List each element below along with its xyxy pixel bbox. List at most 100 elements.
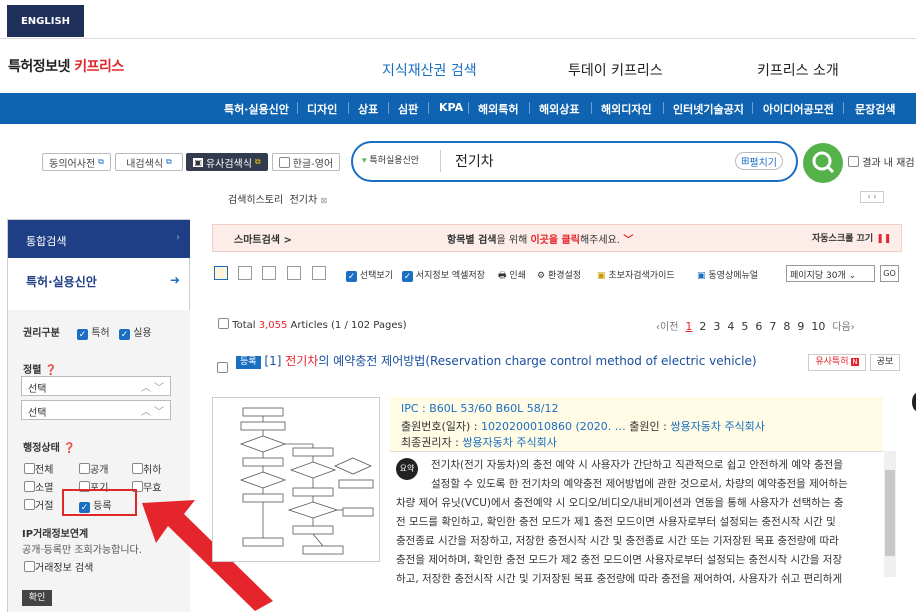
checkbox[interactable] bbox=[24, 499, 35, 510]
view-mode-detail-icon[interactable] bbox=[214, 266, 228, 280]
my-expression-button[interactable]: 내검색식 ⧉ bbox=[115, 153, 183, 171]
nav-ip-search[interactable]: 지식재산권 검색 bbox=[382, 60, 477, 80]
prev-page-link[interactable]: ‹이전 bbox=[656, 322, 678, 333]
cat-tech-disclosure[interactable]: 인터넷기술공지 bbox=[673, 101, 744, 117]
page-link[interactable]: 7 bbox=[769, 320, 776, 333]
similar-patent-button[interactable]: 유사특허 N bbox=[808, 354, 866, 371]
checkbox[interactable] bbox=[24, 463, 35, 474]
confirm-button[interactable]: 확인 bbox=[22, 590, 52, 606]
page-link[interactable]: 10 bbox=[811, 320, 825, 333]
page-link[interactable]: 1 bbox=[685, 320, 692, 333]
next-page-link[interactable]: 다음› bbox=[832, 322, 854, 333]
view-mode-compact-icon[interactable] bbox=[262, 266, 276, 280]
similar-expression-button[interactable]: ▣ 유사검색식 ⧉ bbox=[186, 153, 268, 171]
checkbox[interactable] bbox=[24, 481, 35, 492]
search-input[interactable]: 전기차 bbox=[455, 151, 494, 171]
checkbox-checked[interactable]: ✓ bbox=[77, 329, 88, 340]
sidebar-item-patent[interactable]: 특허·실용신안 bbox=[26, 273, 97, 290]
status-withdrawn[interactable]: 취하 bbox=[132, 461, 161, 476]
nav-about-kipris[interactable]: 키프리스 소개 bbox=[757, 60, 839, 80]
settings-button[interactable]: ⚙ 환경설정 bbox=[537, 268, 581, 281]
page-link[interactable]: 3 bbox=[713, 320, 720, 333]
help-icon[interactable]: ❓ bbox=[63, 443, 75, 454]
expand-button[interactable]: ⊞ 펼치기 bbox=[735, 152, 783, 170]
checkbox-checked[interactable]: ✓ bbox=[119, 329, 130, 340]
ip-exchange-option[interactable]: 거래정보 검색 bbox=[24, 559, 93, 574]
search-within-checkbox[interactable] bbox=[848, 156, 859, 167]
smart-search-prompt[interactable]: 항목별 검색을 위해 이곳을 클릭해주세요. ﹀ bbox=[447, 231, 633, 246]
result-checkbox[interactable] bbox=[217, 357, 228, 376]
status-rejected[interactable]: 거절 bbox=[24, 497, 53, 512]
page-link[interactable]: 9 bbox=[797, 320, 804, 333]
page-link[interactable]: 5 bbox=[741, 320, 748, 333]
excel-save-option[interactable]: ✓ 서지정보 엑셀저장 bbox=[402, 268, 485, 282]
drawing-thumbnail[interactable] bbox=[212, 397, 380, 562]
checkbox-checked[interactable]: ✓ bbox=[346, 271, 357, 282]
cat-sentence-search[interactable]: 문장검색 bbox=[855, 101, 895, 117]
synonym-dict-button[interactable]: 동의어사전 ⧉ bbox=[42, 153, 111, 171]
video-manual-button[interactable]: ▣ 동영상메뉴얼 bbox=[697, 268, 758, 281]
checkbox[interactable] bbox=[132, 463, 143, 474]
page-link[interactable]: 8 bbox=[783, 320, 790, 333]
side-widget-icon[interactable] bbox=[912, 393, 916, 411]
rights-utility-option[interactable]: ✓ 실용 bbox=[119, 324, 152, 340]
checkbox[interactable] bbox=[79, 463, 90, 474]
search-category-select[interactable]: ▾ 특허실용신안 bbox=[362, 153, 419, 166]
select-view-option[interactable]: ✓ 선택보기 bbox=[346, 268, 393, 282]
close-icon[interactable]: ⊠ bbox=[320, 196, 327, 205]
page-link[interactable]: 6 bbox=[755, 320, 762, 333]
hangul-english-checkbox[interactable] bbox=[278, 156, 290, 168]
hangul-english-toggle[interactable]: 한글-영어 bbox=[272, 153, 340, 171]
help-icon[interactable]: ❓ bbox=[45, 365, 57, 376]
status-all[interactable]: 전체 bbox=[24, 461, 53, 476]
auto-scroll-toggle[interactable]: 자동스크롤 끄기 ❚❚ bbox=[812, 231, 891, 244]
cat-foreign-patent[interactable]: 해외특허 bbox=[478, 101, 518, 117]
view-mode-grid-icon[interactable] bbox=[312, 266, 326, 280]
page-link[interactable]: 4 bbox=[727, 320, 734, 333]
beginner-guide-button[interactable]: ▣ 초보자검색가이드 bbox=[597, 268, 675, 281]
sidebar-integrated-search[interactable]: 통합검색 › bbox=[8, 220, 190, 258]
history-item[interactable]: 전기차 bbox=[290, 195, 318, 206]
english-button[interactable]: ENGLISH bbox=[7, 5, 84, 37]
checkbox[interactable] bbox=[217, 362, 228, 373]
history-scroll-arrows[interactable]: ‹ › bbox=[860, 191, 884, 203]
status-published[interactable]: 공개 bbox=[79, 461, 108, 476]
cat-design[interactable]: 디자인 bbox=[307, 101, 337, 117]
ipc-value[interactable]: B60L 53/60 B60L 58/12 bbox=[429, 402, 558, 415]
site-logo[interactable]: 특허정보넷 키프리스 bbox=[8, 56, 124, 76]
sort-select-2[interactable]: 선택 ︿ ﹀ bbox=[21, 400, 171, 420]
similar-patent-label: 유사특허 bbox=[815, 357, 849, 367]
scrollbar-thumb[interactable] bbox=[885, 470, 895, 556]
smart-search-link[interactable]: 스마트검색 > bbox=[234, 231, 292, 246]
cat-trademark[interactable]: 상표 bbox=[358, 101, 378, 117]
search-within-results[interactable]: 결과 내 재검 bbox=[848, 154, 915, 169]
cat-patent[interactable]: 특허·실용신안 bbox=[224, 101, 289, 117]
applicant-value[interactable]: 쌍용자동차 주식회사 bbox=[670, 420, 765, 433]
go-button[interactable]: GO bbox=[880, 265, 899, 282]
owner-value[interactable]: 쌍용자동차 주식회사 bbox=[462, 436, 557, 449]
per-page-select[interactable]: 페이지당 30개 ⌄ bbox=[786, 265, 875, 282]
rights-patent-option[interactable]: ✓ 특허 bbox=[77, 324, 110, 340]
view-mode-image-icon[interactable] bbox=[287, 266, 301, 280]
cat-idea-contest[interactable]: 아이디어공모전 bbox=[763, 101, 834, 117]
result-title-link[interactable]: 등록 [1] 전기차의 예약충전 제어방법(Reservation charge… bbox=[236, 354, 788, 369]
cat-foreign-trademark[interactable]: 해외상표 bbox=[539, 101, 579, 117]
view-mode-list-icon[interactable] bbox=[238, 266, 252, 280]
gear-icon: ⚙ bbox=[537, 271, 546, 281]
sort-select-1[interactable]: 선택 ︿ ﹀ bbox=[21, 376, 171, 396]
search-button[interactable] bbox=[803, 143, 843, 183]
gazette-button[interactable]: 공보 bbox=[870, 354, 900, 371]
cat-trial[interactable]: 심판 bbox=[398, 101, 418, 117]
sort-select-1-value: 선택 bbox=[28, 384, 47, 395]
page-link[interactable]: 2 bbox=[699, 320, 706, 333]
status-label-text: 행정상태 bbox=[23, 443, 60, 454]
appno-value[interactable]: 1020200010860 (2020. … bbox=[481, 420, 629, 433]
cat-kpa[interactable]: KPA bbox=[439, 101, 463, 114]
nav-today-kipris[interactable]: 투데이 키프리스 bbox=[568, 60, 663, 80]
print-button[interactable]: 🖶 인쇄 bbox=[498, 268, 526, 284]
checkbox-checked[interactable]: ✓ bbox=[402, 271, 413, 282]
checkbox[interactable] bbox=[24, 561, 35, 572]
status-extinct[interactable]: 소멸 bbox=[24, 479, 53, 494]
cat-foreign-design[interactable]: 해외디자인 bbox=[601, 101, 652, 117]
select-all-checkbox[interactable] bbox=[218, 318, 229, 329]
